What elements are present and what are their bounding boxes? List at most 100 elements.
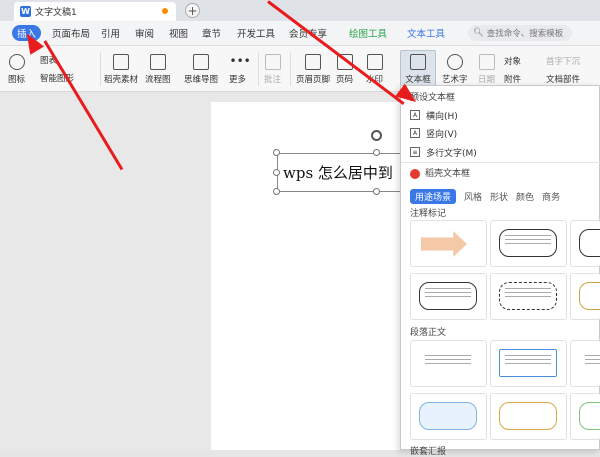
object-button[interactable]: 对象: [504, 55, 521, 67]
resize-handle[interactable]: [273, 149, 280, 156]
header-footer-label: 页眉页脚: [296, 75, 331, 85]
mindmap-button[interactable]: 思维导图: [184, 54, 218, 85]
selected-textbox[interactable]: wps 怎么居中到: [277, 153, 407, 192]
rotate-handle-icon[interactable]: [371, 130, 382, 141]
flowchart-button[interactable]: 流程图: [145, 54, 171, 85]
text-lines-icon: [505, 355, 551, 356]
textbox-button[interactable]: 文本框: [400, 50, 436, 88]
category-usage[interactable]: 用途场景: [410, 189, 457, 204]
document-tab[interactable]: W 文字文稿1: [14, 2, 176, 21]
search-input[interactable]: 🔍︎ 查找命令、搜索模板: [468, 25, 572, 41]
toolbar-separator: [290, 52, 291, 86]
template-thumb[interactable]: [570, 340, 600, 387]
multiline-textbox-icon: ≡: [410, 147, 420, 157]
template-thumb[interactable]: [410, 273, 487, 320]
template-thumb[interactable]: [410, 220, 487, 267]
comment-label: 批注: [264, 75, 282, 85]
text-lines-icon: [425, 288, 471, 289]
section-nested: 嵌套汇报: [410, 447, 447, 457]
text-lines-icon: [505, 235, 551, 236]
template-thumb[interactable]: [410, 393, 487, 440]
art-text-button[interactable]: 艺术字: [442, 54, 468, 85]
shell-material-icon: [113, 54, 129, 70]
menu-developer[interactable]: 开发工具: [237, 26, 275, 40]
textbox-vertical[interactable]: A 竖向(V): [401, 124, 600, 142]
menu-view[interactable]: 视图: [169, 26, 188, 40]
dropdown-divider: [401, 162, 600, 163]
section-annotation: 注释标记: [410, 209, 447, 219]
menu-drawing-tools[interactable]: 绘图工具: [349, 26, 387, 40]
header-footer-icon: [305, 54, 321, 70]
horizontal-textbox-icon: A: [410, 110, 420, 120]
category-style[interactable]: 风格: [464, 190, 482, 203]
shapes-icon: [8, 54, 25, 70]
textbox-horizontal[interactable]: A 横向(H): [401, 106, 600, 124]
more-label: 更多: [229, 75, 247, 85]
mindmap-icon: [193, 54, 209, 70]
document-tab-label: 文字文稿1: [35, 8, 77, 18]
menu-page-layout[interactable]: 页面布局: [52, 26, 90, 40]
template-thumb[interactable]: [490, 340, 567, 387]
menu-review[interactable]: 审阅: [135, 26, 154, 40]
date-button[interactable]: 日期: [478, 54, 495, 85]
text-lines-icon: [505, 288, 551, 289]
mindmap-label: 思维导图: [184, 75, 219, 85]
calendar-icon: [478, 54, 495, 70]
new-tab-button[interactable]: +: [185, 3, 200, 18]
art-text-label: 艺术字: [442, 75, 468, 85]
menu-chapter[interactable]: 章节: [202, 26, 221, 40]
shell-textbox-title: 稻壳文本框: [410, 166, 470, 179]
flowchart-icon: [149, 54, 166, 70]
toolbar-separator: [258, 52, 259, 86]
text-lines-icon: [425, 355, 471, 356]
category-business[interactable]: 商务: [542, 190, 560, 203]
comment-icon: [264, 54, 281, 70]
attachment-button[interactable]: 附件: [504, 73, 521, 85]
drop-cap-button[interactable]: 首字下沉: [546, 55, 580, 67]
category-color[interactable]: 颜色: [516, 190, 534, 203]
frame-icon: [499, 402, 557, 430]
section-paragraph: 段落正文: [410, 328, 447, 338]
title-bar: W 文字文稿1 +: [0, 0, 600, 21]
speech-bubble-icon: [499, 229, 557, 257]
shell-material-label: 稻壳素材: [104, 75, 139, 85]
resize-handle[interactable]: [373, 149, 380, 156]
textbox-content[interactable]: wps 怎么居中到: [283, 162, 393, 183]
header-footer-button[interactable]: 页眉页脚: [296, 54, 330, 85]
menu-reference[interactable]: 引用: [101, 26, 120, 40]
shell-textbox-title-label: 稻壳文本框: [425, 169, 471, 179]
resize-handle[interactable]: [273, 188, 280, 195]
resize-handle[interactable]: [373, 188, 380, 195]
template-thumb[interactable]: [570, 393, 600, 440]
shell-logo-icon: [410, 168, 420, 179]
template-thumb[interactable]: [570, 220, 600, 267]
template-thumb[interactable]: [410, 340, 487, 387]
template-thumb[interactable]: [490, 273, 567, 320]
textbox-multiline[interactable]: ≡ 多行文字(M): [401, 143, 600, 161]
textbox-vertical-label: 竖向(V): [426, 129, 458, 140]
template-thumb[interactable]: [570, 273, 600, 320]
wps-writer-icon: W: [20, 6, 31, 17]
category-tabs: 用途场景 风格 形状 颜色 商务: [410, 189, 560, 204]
shell-material-button[interactable]: 稻壳素材: [104, 54, 138, 85]
vertical-textbox-icon: A: [410, 128, 420, 138]
template-thumb[interactable]: [490, 393, 567, 440]
doc-parts-button[interactable]: 文档部件: [546, 73, 580, 85]
speech-bubble-icon: [579, 229, 600, 257]
template-thumb[interactable]: [490, 220, 567, 267]
speech-bubble-icon: [579, 282, 600, 310]
resize-handle[interactable]: [273, 169, 280, 176]
more-button[interactable]: ••• 更多: [229, 54, 251, 85]
cloud-frame-icon: [419, 402, 477, 430]
unsaved-dot-icon: [162, 8, 168, 14]
speech-bubble-icon: [419, 282, 477, 310]
watermark-icon: [366, 54, 383, 70]
shapes-button[interactable]: 图标: [8, 54, 25, 85]
category-shape[interactable]: 形状: [490, 190, 508, 203]
menu-text-tools[interactable]: 文本工具: [407, 26, 445, 40]
textbox-horizontal-label: 横向(H): [426, 111, 458, 122]
frame-icon: [579, 402, 600, 430]
comment-button[interactable]: 批注: [264, 54, 281, 85]
more-icon: •••: [229, 54, 251, 68]
speech-bubble-icon: [499, 282, 557, 310]
